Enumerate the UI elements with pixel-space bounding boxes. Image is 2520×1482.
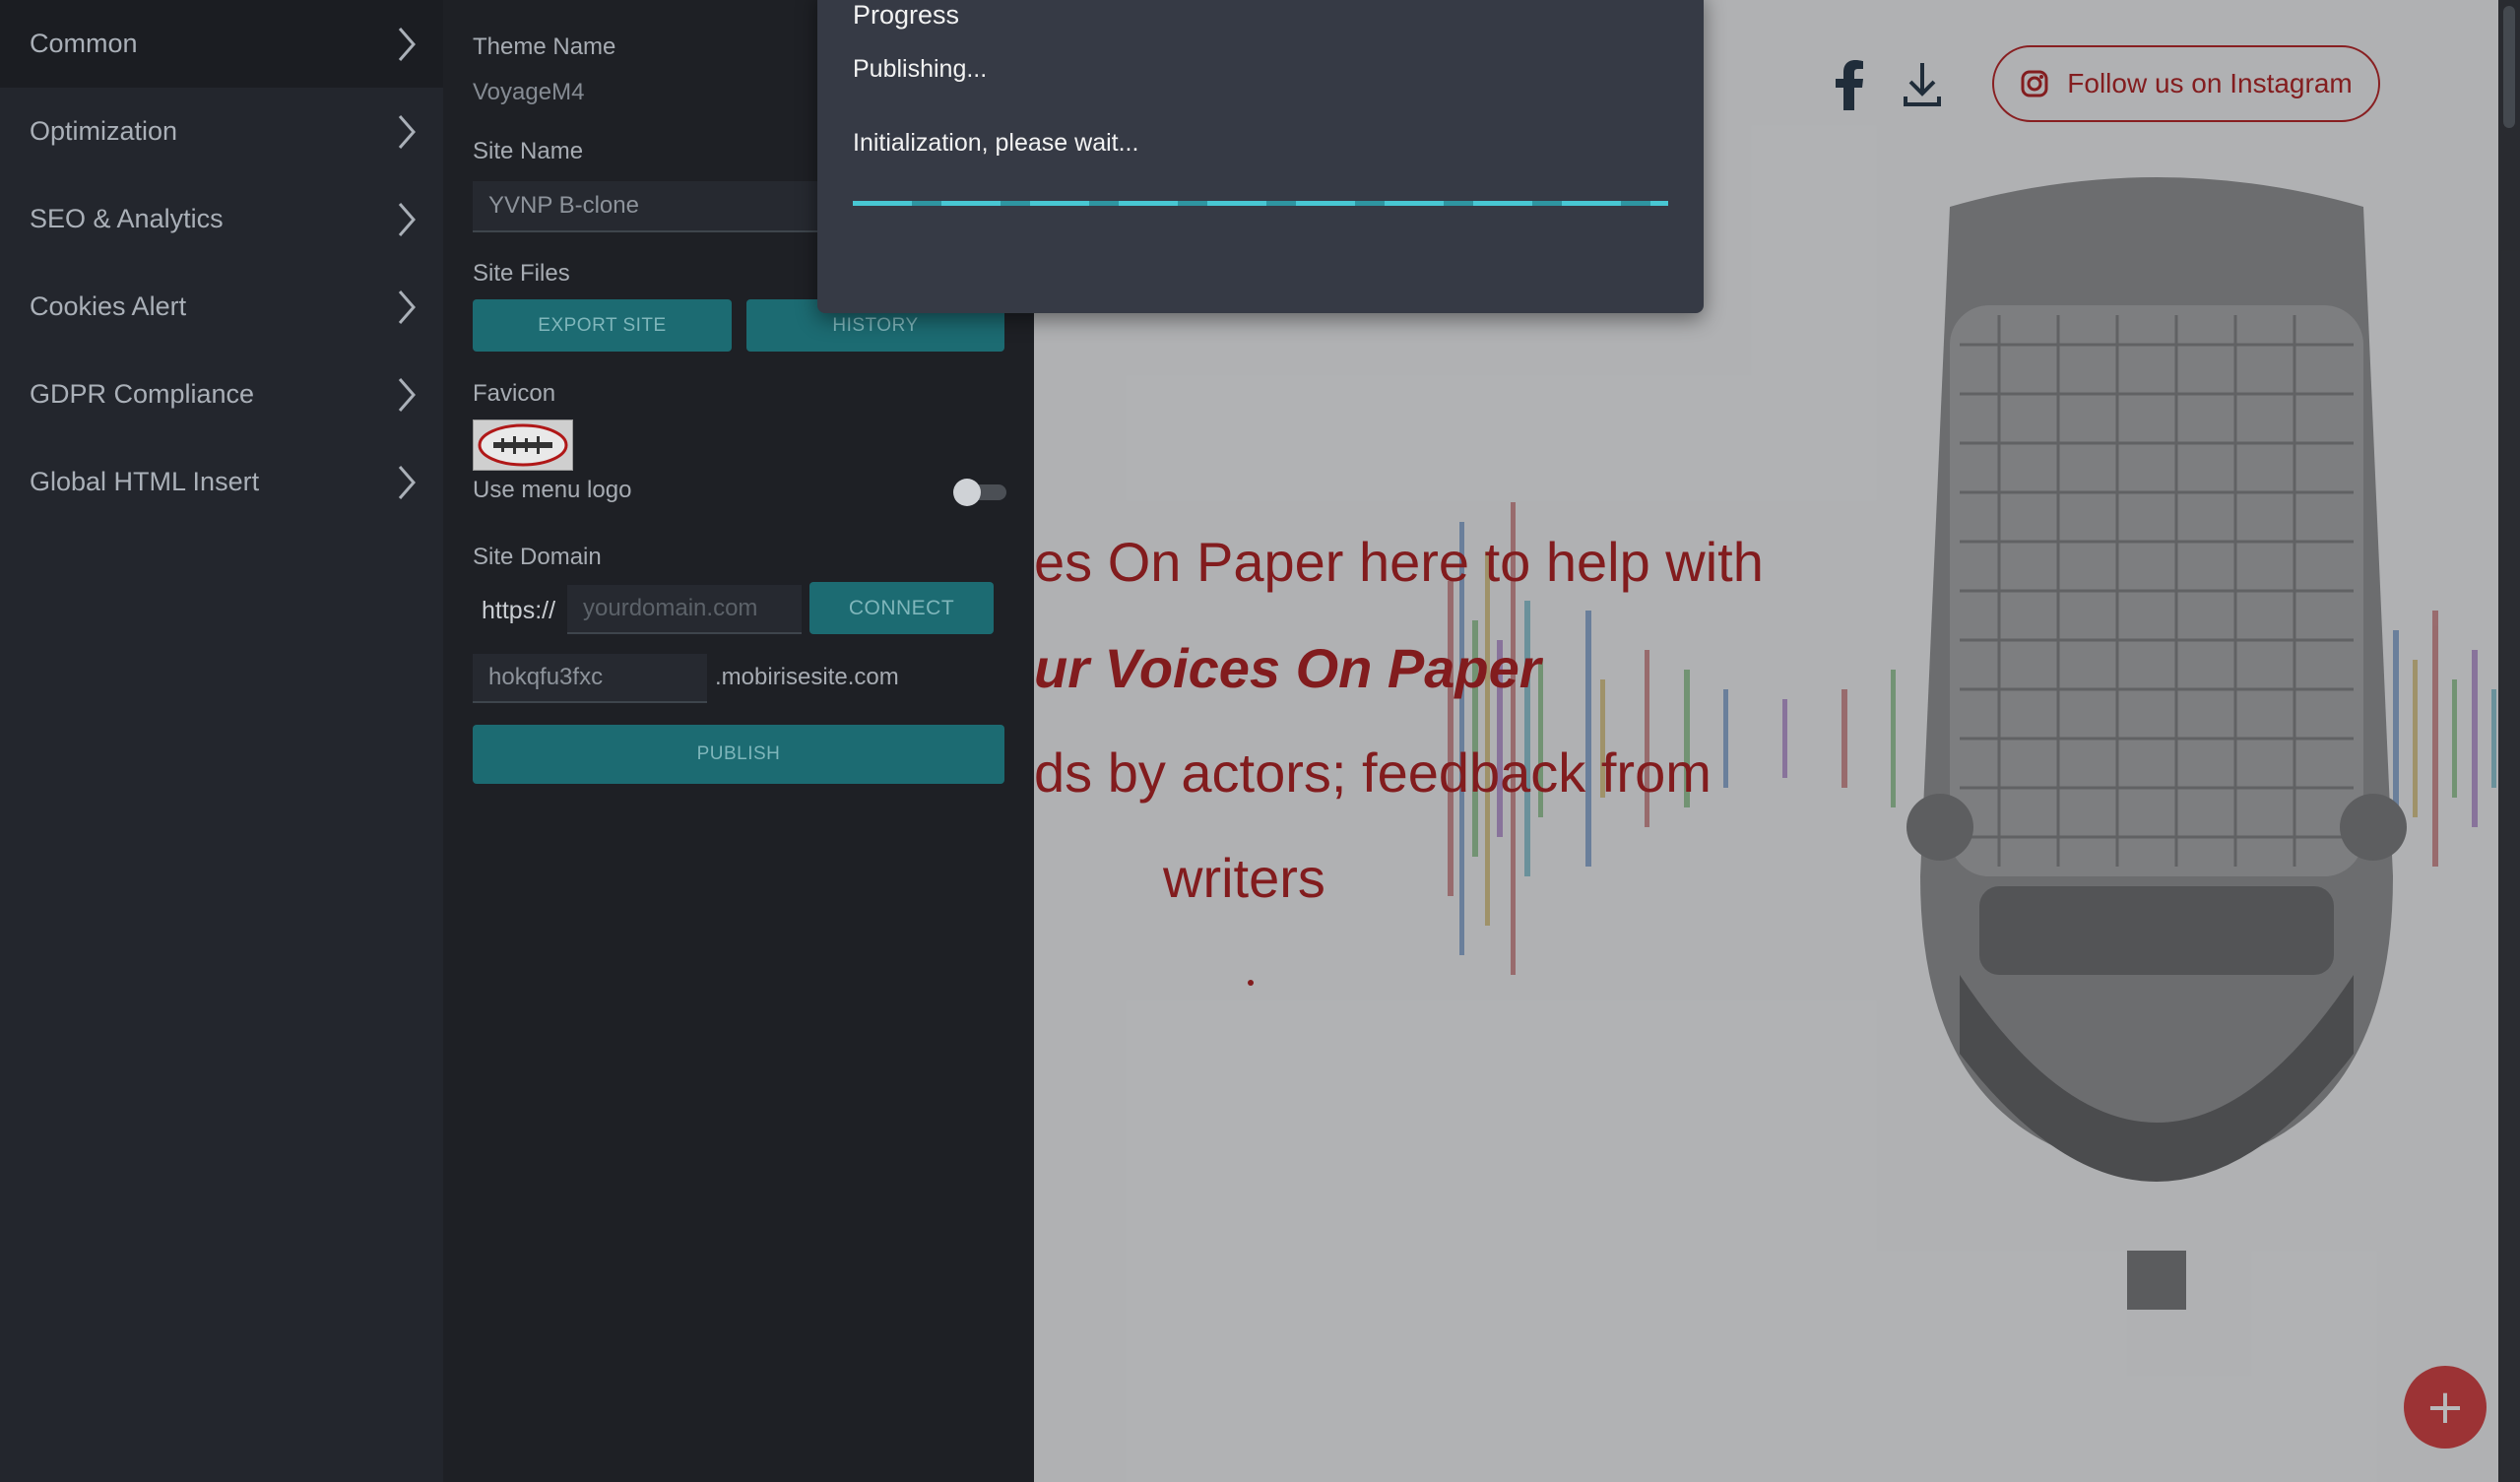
dialog-title: Progress	[853, 0, 960, 30]
favicon-label: Favicon	[473, 380, 556, 407]
preview-scrollbar[interactable]	[2498, 0, 2520, 1482]
dialog-status: Publishing...	[853, 55, 988, 83]
subdomain-input[interactable]: hokqfu3fxc	[473, 654, 707, 703]
hero-text-line-2: ur Voices On Paper	[1034, 637, 1541, 699]
chevron-right-icon	[398, 202, 416, 236]
scrollbar-thumb[interactable]	[2503, 6, 2515, 128]
site-files-label: Site Files	[473, 260, 570, 287]
domain-prefix: https://	[482, 597, 556, 624]
chevron-right-icon	[398, 27, 416, 61]
theme-name-label: Theme Name	[473, 33, 616, 60]
theme-name-value: VoyageM4	[473, 79, 585, 105]
site-domain-label: Site Domain	[473, 544, 602, 570]
sidebar-item-gdpr-compliance[interactable]: GDPR Compliance	[0, 351, 443, 438]
facebook-icon[interactable]	[1828, 57, 1871, 112]
progress-dialog: Progress Publishing... Initialization, p…	[817, 0, 1704, 313]
sidebar-item-global-html-insert[interactable]: Global HTML Insert	[0, 438, 443, 526]
hero-text-line-1: es On Paper here to help with	[1034, 531, 1764, 593]
settings-sidebar: Common Optimization SEO & Analytics Cook…	[0, 0, 443, 1482]
hero-dot	[1248, 980, 1254, 986]
sidebar-item-label: GDPR Compliance	[30, 379, 255, 409]
instagram-button-label: Follow us on Instagram	[2067, 68, 2353, 98]
sidebar-item-label: Cookies Alert	[30, 291, 187, 321]
use-menu-logo-toggle[interactable]	[953, 479, 1006, 506]
sidebar-item-label: Optimization	[30, 116, 178, 146]
publish-button[interactable]: PUBLISH	[473, 725, 1004, 784]
chevron-right-icon	[398, 465, 416, 499]
use-menu-logo-label: Use menu logo	[473, 477, 632, 503]
sidebar-item-cookies-alert[interactable]: Cookies Alert	[0, 263, 443, 351]
favicon-thumbnail[interactable]	[473, 419, 573, 471]
connect-button[interactable]: CONNECT	[809, 582, 994, 634]
chevron-right-icon	[398, 290, 416, 324]
hero-text-line-3: ds by actors; feedback from	[1034, 741, 1712, 804]
export-site-button[interactable]: EXPORT SITE	[473, 299, 732, 352]
chevron-right-icon	[398, 114, 416, 149]
site-name-label: Site Name	[473, 138, 584, 164]
social-icons	[1828, 57, 1944, 112]
hero-text-line-4: writers	[1163, 847, 1325, 909]
plus-icon: +	[2424, 1380, 2466, 1435]
chevron-right-icon	[398, 377, 416, 412]
sidebar-item-optimization[interactable]: Optimization	[0, 88, 443, 175]
progress-bar	[853, 201, 1668, 206]
dialog-message: Initialization, please wait...	[853, 129, 1139, 157]
sidebar-item-common[interactable]: Common	[0, 0, 443, 88]
sidebar-item-seo-analytics[interactable]: SEO & Analytics	[0, 175, 443, 263]
download-icon[interactable]	[1901, 57, 1944, 112]
instagram-icon	[2021, 70, 2048, 97]
domain-input[interactable]: yourdomain.com	[567, 585, 802, 634]
sidebar-item-label: Global HTML Insert	[30, 467, 260, 496]
instagram-follow-button[interactable]: Follow us on Instagram	[1992, 45, 2380, 122]
add-block-button[interactable]: +	[2404, 1366, 2487, 1449]
microphone-image	[1906, 177, 2407, 1310]
sidebar-item-label: SEO & Analytics	[30, 204, 224, 233]
subdomain-suffix: .mobirisesite.com	[715, 664, 899, 690]
sidebar-item-label: Common	[30, 29, 138, 58]
